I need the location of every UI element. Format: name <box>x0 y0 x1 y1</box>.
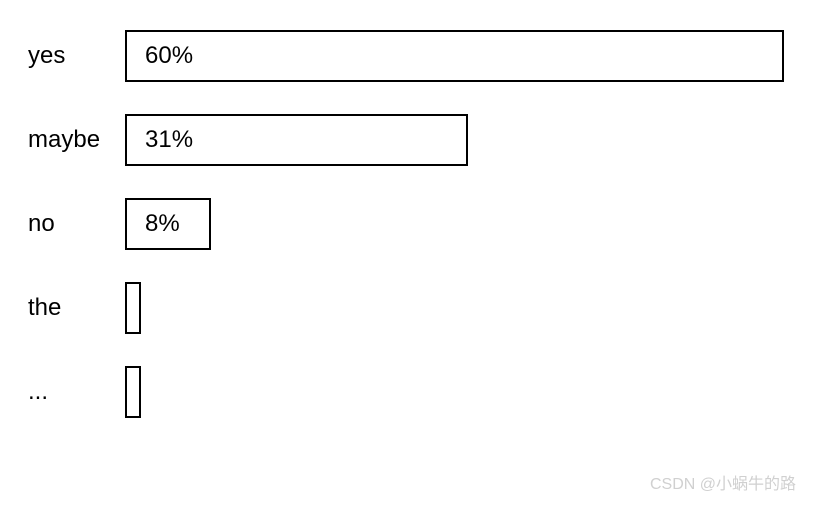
chart-row: maybe 31% <box>20 114 784 166</box>
bar <box>125 282 141 334</box>
bar-container: 8% <box>125 198 784 250</box>
bar: 60% <box>125 30 784 82</box>
chart-row: no 8% <box>20 198 784 250</box>
bar-chart: yes 60% maybe 31% no 8% the ... <box>20 30 784 418</box>
chart-row: yes 60% <box>20 30 784 82</box>
category-label: maybe <box>20 126 125 154</box>
bar: 8% <box>125 198 211 250</box>
chart-row: the <box>20 282 784 334</box>
bar-container <box>125 282 784 334</box>
bar: 31% <box>125 114 468 166</box>
bar <box>125 366 141 418</box>
bar-container: 31% <box>125 114 784 166</box>
watermark-text: CSDN @小蜗牛的路 <box>650 470 796 494</box>
bar-container <box>125 366 784 418</box>
category-label: the <box>20 294 125 322</box>
bar-container: 60% <box>125 30 784 82</box>
category-label: ... <box>20 378 125 406</box>
category-label: yes <box>20 42 125 70</box>
chart-row: ... <box>20 366 784 418</box>
category-label: no <box>20 210 125 238</box>
